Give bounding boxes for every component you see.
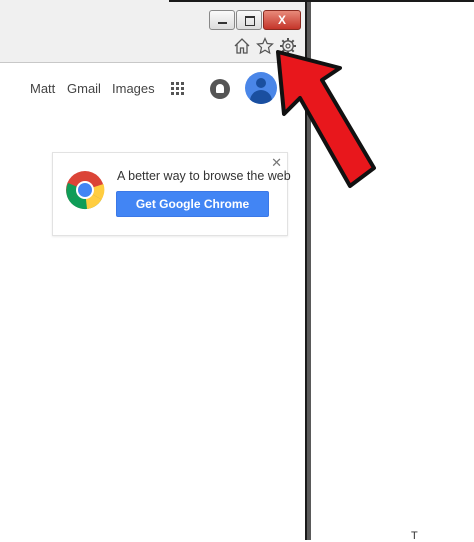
- avatar-body: [250, 90, 272, 104]
- home-icon[interactable]: [233, 37, 251, 55]
- maximize-icon: [245, 16, 255, 26]
- notifications-icon[interactable]: [210, 79, 230, 99]
- corner-mark: T: [411, 530, 418, 542]
- title-bar: X: [0, 0, 305, 63]
- close-window-button[interactable]: X: [263, 10, 301, 30]
- google-page: [0, 63, 305, 540]
- chrome-logo-icon: [66, 171, 105, 210]
- chrome-promo-card: ✕ A better way to browse the web Get Goo…: [52, 152, 291, 236]
- get-google-chrome-button[interactable]: Get Google Chrome: [116, 191, 269, 217]
- minimize-icon: [218, 22, 227, 24]
- promo-text: A better way to browse the web: [117, 169, 291, 183]
- minimize-button[interactable]: [209, 10, 235, 30]
- user-name-link[interactable]: Matt: [30, 81, 55, 96]
- avatar-head: [256, 78, 266, 88]
- window-top-border: [169, 0, 474, 2]
- gmail-link[interactable]: Gmail: [67, 81, 101, 96]
- red-arrow-annotation: [276, 50, 376, 188]
- maximize-button[interactable]: [236, 10, 262, 30]
- apps-grid-icon[interactable]: [171, 82, 185, 96]
- images-link[interactable]: Images: [112, 81, 155, 96]
- browser-window: X Matt Gmail Images ✕ A better way to br…: [0, 0, 307, 540]
